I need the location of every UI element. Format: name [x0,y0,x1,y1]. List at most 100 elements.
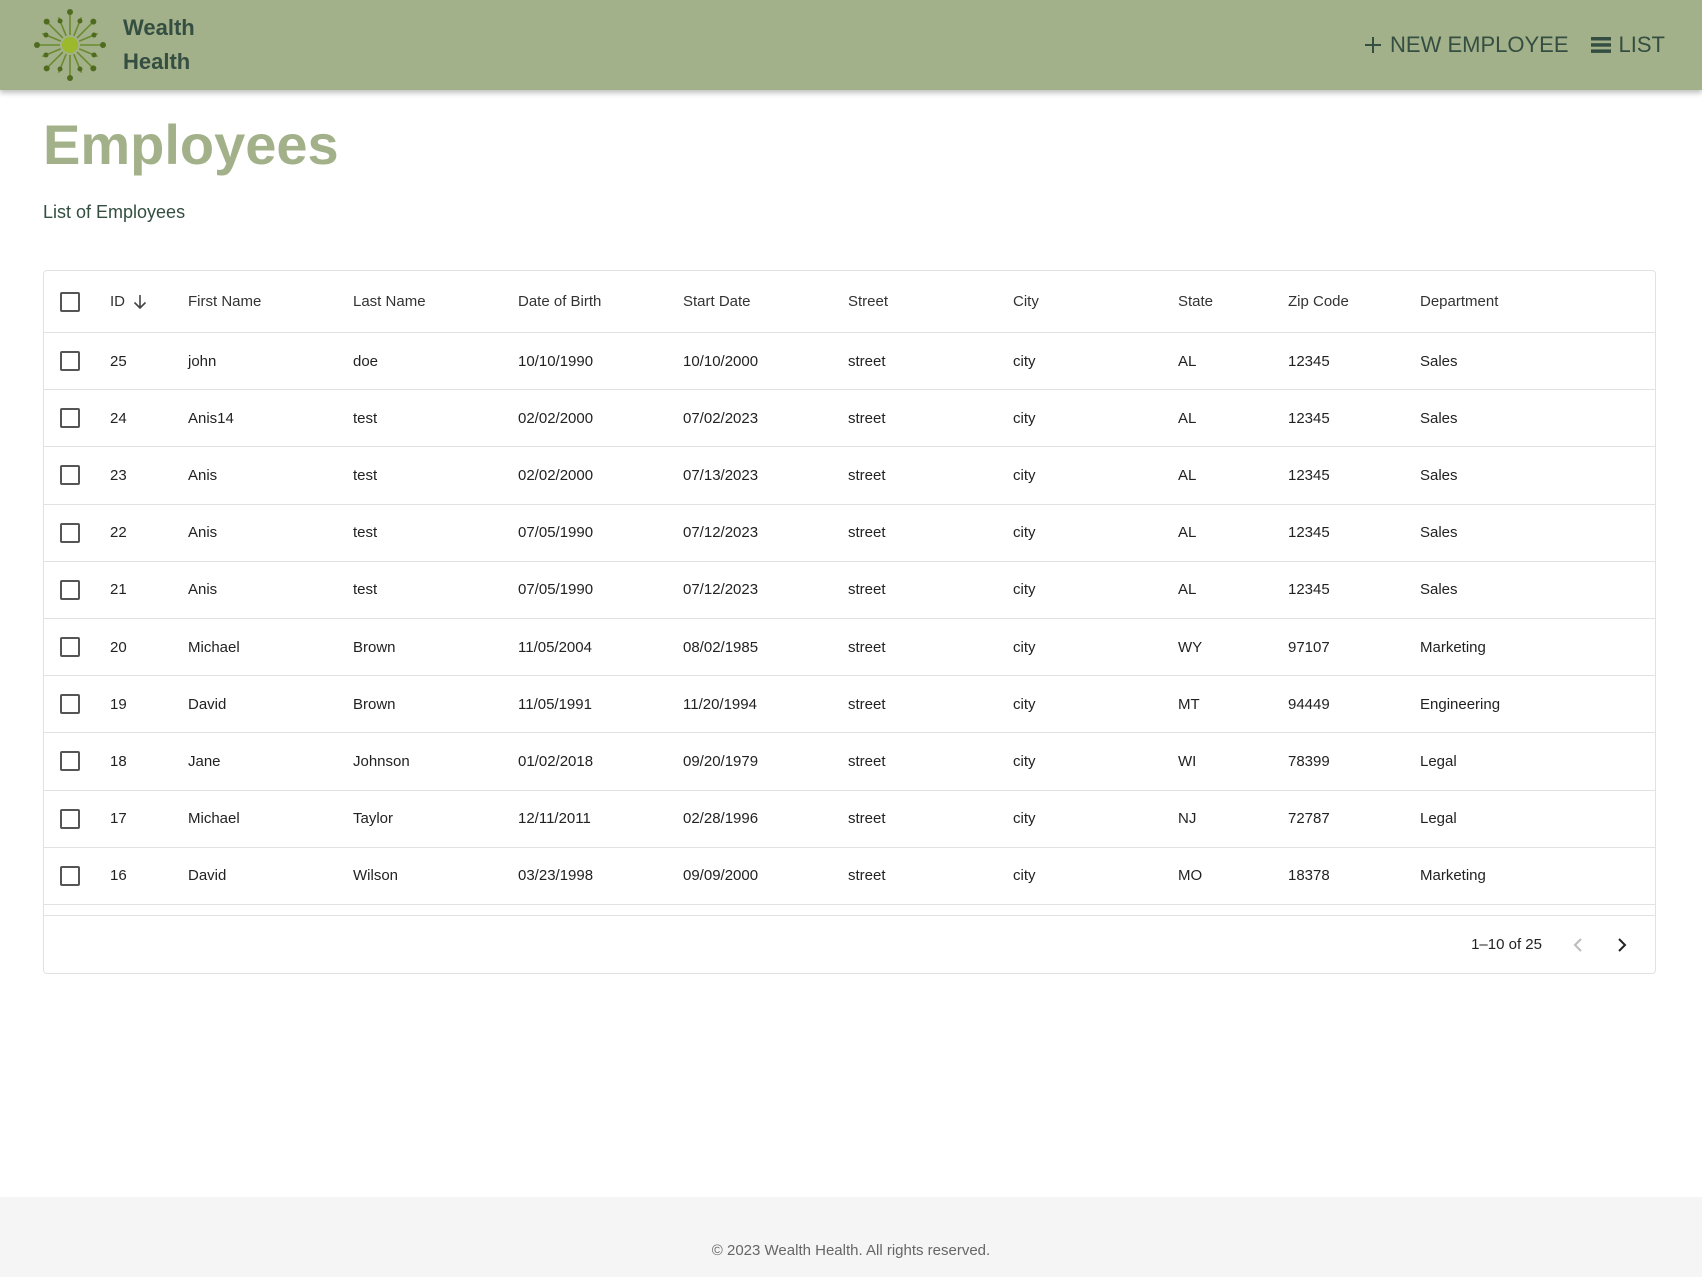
cell-date-of-birth: 01/02/2018 [518,752,594,770]
brand[interactable]: Wealth Health [33,8,195,82]
cell-id: 21 [110,581,127,599]
cell-id: 20 [110,638,127,656]
cell-zip-code: 72787 [1288,810,1330,828]
cell-date-of-birth: 07/05/1990 [518,581,594,599]
cell-state: WY [1178,638,1203,656]
list-link[interactable]: LIST [1590,32,1665,58]
table-row[interactable]: 24 Anis14 test 02/02/2000 07/02/2023 street ci… [44,390,1655,448]
column-header-label: Last Name [353,293,426,310]
column-header-first-name[interactable]: First Name [188,271,261,332]
cell-zip-code: 78399 [1288,752,1330,770]
row-select-checkbox[interactable] [60,351,80,372]
cell-last-name: test [353,524,378,542]
cell-id: 19 [110,695,127,713]
table-row[interactable]: 19 David Brown 11/05/1991 11/20/1994 street ci… [44,676,1655,734]
column-header-department[interactable]: Department [1420,271,1498,332]
cell-first-name: Anis [188,524,218,542]
column-header-street[interactable]: Street [848,271,888,332]
row-select-cell [60,505,80,561]
cell-first-name: David [188,695,227,713]
row-select-checkbox[interactable] [60,808,80,829]
cell-first-name: Anis14 [188,409,234,427]
previous-page-button[interactable] [1564,931,1592,959]
column-header-start-date[interactable]: Start Date [683,271,751,332]
column-header-state[interactable]: State [1178,271,1213,332]
column-header-date-of-birth[interactable]: Date of Birth [518,271,601,332]
column-header-city[interactable]: City [1013,271,1039,332]
cell-street: street [848,409,886,427]
table-row[interactable]: 18 Jane Johnson 01/02/2018 09/20/1979 street c… [44,733,1655,791]
table-row[interactable]: 20 Michael Brown 11/05/2004 08/02/1985 street… [44,619,1655,677]
cell-first-name: Jane [188,752,221,770]
row-select-checkbox[interactable] [60,751,80,772]
table-row[interactable]: 25 john doe 10/10/1990 10/10/2000 street city A… [44,333,1655,391]
row-select-checkbox[interactable] [60,408,80,429]
cell-start-date: 11/20/1994 [683,695,757,713]
cell-last-name: doe [353,352,379,370]
cell-last-name: test [353,466,378,484]
cell-city: city [1013,409,1036,427]
row-select-checkbox[interactable] [60,522,80,543]
cell-department: Legal [1420,752,1457,770]
cell-department: Sales [1420,409,1458,427]
cell-last-name: test [353,581,378,599]
new-employee-label: NEW EMPLOYEE [1390,32,1569,57]
cell-street: street [848,867,886,885]
cell-start-date: 02/28/1996 [683,810,759,828]
column-header-label: State [1178,293,1214,310]
cell-street: street [848,466,886,484]
cell-first-name: Anis [188,466,218,484]
table-row[interactable]: 23 Anis test 02/02/2000 07/13/2023 street city… [44,447,1655,505]
table-row[interactable]: 21 Anis test 07/05/1990 07/12/2023 street city… [44,562,1655,619]
table-row[interactable]: 22 Anis test 07/05/1990 07/12/2023 street city… [44,505,1655,562]
row-select-cell [60,447,80,503]
table-row[interactable]: 17 Michael Taylor 12/11/2011 02/28/1996 stree… [44,791,1655,848]
column-header-zip-code[interactable]: Zip Code [1288,271,1349,332]
cell-first-name: john [188,352,217,370]
row-select-checkbox[interactable] [60,637,80,658]
page-footer: © 2023 Wealth Health. All rights reserve… [0,1197,1702,1277]
cell-zip-code: 97107 [1288,638,1330,656]
cell-start-date: 08/02/1985 [683,638,759,656]
new-employee-link[interactable]: NEW EMPLOYEE [1364,32,1569,58]
cell-first-name: Michael [188,810,240,828]
brand-name: Wealth Health [123,11,195,79]
column-header-id[interactable]: ID [110,271,147,332]
column-header-label: City [1013,293,1039,310]
list-label: LIST [1618,32,1665,57]
cell-first-name: Anis [188,581,218,599]
cell-department: Marketing [1420,638,1486,656]
brand-name-line1: Wealth [123,15,195,40]
cell-date-of-birth: 12/11/2011 [518,810,591,828]
row-select-checkbox[interactable] [60,465,80,486]
cell-state: AL [1178,409,1197,427]
next-page-button[interactable] [1608,931,1636,959]
cell-zip-code: 12345 [1288,409,1330,427]
cell-last-name: Brown [353,695,396,713]
cell-zip-code: 12345 [1288,524,1330,542]
table-row[interactable]: 16 David Wilson 03/23/1998 09/09/2000 street c… [44,848,1655,905]
row-select-checkbox[interactable] [60,865,80,886]
cell-state: NJ [1178,810,1197,828]
cell-zip-code: 12345 [1288,581,1330,599]
cell-date-of-birth: 03/23/1998 [518,867,594,885]
cell-start-date: 07/02/2023 [683,409,759,427]
cell-department: Engineering [1420,695,1501,713]
arrow-down-icon[interactable] [133,294,147,310]
cell-zip-code: 18378 [1288,867,1330,885]
select-all-checkbox[interactable] [60,291,80,312]
chevron-right-icon [1618,938,1627,952]
column-header-last-name[interactable]: Last Name [353,271,426,332]
cell-first-name: Michael [188,638,240,656]
cell-street: street [848,810,886,828]
table-header-row: ID First Name Last Name Date of Birth St… [44,271,1655,333]
row-select-cell [60,733,80,789]
cell-id: 16 [110,867,127,885]
cell-start-date: 07/12/2023 [683,524,759,542]
cell-start-date: 09/09/2000 [683,867,759,885]
cell-zip-code: 12345 [1288,466,1330,484]
cell-state: AL [1178,466,1197,484]
row-select-checkbox[interactable] [60,694,80,715]
copyright-text: © 2023 Wealth Health. All rights reserve… [711,1242,991,1259]
row-select-checkbox[interactable] [60,579,80,600]
